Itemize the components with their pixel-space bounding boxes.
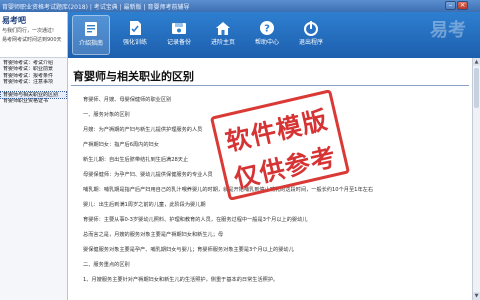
toolbar-home-button[interactable]: 进阶主页 — [204, 15, 242, 55]
close-button[interactable]: × — [457, 1, 468, 10]
article-line: 育婴师：主要从事0-3岁婴幼儿照料、护理和教育的人员，在服务过程中一般是3个月以… — [83, 217, 308, 223]
logo-slogan-1: 与我们同行，一次通过! — [2, 28, 55, 34]
article-line: 月嫂：为产褥期的产妇与新生儿提供护理服务的人员 — [83, 127, 203, 133]
toolbar-exit-button[interactable]: 退出程序 — [292, 15, 330, 55]
toolbar-backup-label: 记录备份 — [166, 39, 191, 46]
toolbar-help-label: 帮助中心 — [254, 39, 279, 46]
toolbar: 介绍指南 强化训练 记录备份 进阶主页 ? 帮助中心 退出程序 易考 — [68, 12, 480, 58]
toolbar-training-label: 强化训练 — [122, 39, 147, 46]
toolbar-exit-label: 退出程序 — [298, 39, 323, 46]
minimize-button[interactable]: – — [445, 1, 456, 10]
article-line: 总而言之是，月嫂的服务对象主要是产褥期妇女和新生儿；母 — [83, 232, 224, 238]
article-line: 母婴保健师：为孕产妇、婴幼儿提供保健服务的专业人员 — [83, 172, 213, 178]
tree-item[interactable]: 育婴师职业资格证书 — [1, 98, 66, 104]
svg-text:?: ? — [264, 24, 270, 35]
logo-name: 易考吧 — [2, 16, 26, 25]
topic-tree: 育婴师考试：考试介绍 育婴师考试：职业前景 育婴师考试：报考条件 育婴师考试：注… — [0, 58, 67, 106]
title-bar: 育婴师职业资格考试题库(2018) | 考试宝典 | 最新版 | 育婴师考前辅导… — [0, 0, 480, 12]
toolbar-training-button[interactable]: 强化训练 — [116, 15, 154, 55]
title-divider — [71, 85, 469, 86]
toolbar-backup-button[interactable]: 记录备份 — [160, 15, 198, 55]
toolbar-guide-label: 介绍指南 — [78, 40, 103, 47]
scroll-thumb[interactable] — [474, 68, 479, 108]
article-line: 婴保健服务对象主要是孕产、哺乳期妇女与婴儿；育婴师服务对象主要是3个月以上的婴幼… — [83, 247, 294, 253]
toolbar-help-button[interactable]: ? 帮助中心 — [248, 15, 286, 55]
scroll-up-button[interactable]: ▲ — [473, 58, 480, 66]
article-line: 二、服务重点的区别 — [83, 262, 130, 268]
logo-panel: 易考吧 与我们同行，一次通过! 易考网考试时间达到900天 — [0, 12, 67, 58]
article-line: 产褥期妇女：指产后6周内的妇女 — [83, 142, 159, 148]
article-title: 育婴师与相关职业的区别 — [73, 70, 194, 83]
backup-icon — [172, 23, 186, 34]
article-line: 一、服务对象的区别 — [83, 112, 130, 118]
exit-icon — [304, 21, 318, 36]
window-title: 育婴师职业资格考试题库(2018) | 考试宝典 | 最新版 | 育婴师考前辅导 — [2, 4, 190, 11]
toolbar-home-label: 进阶主页 — [210, 39, 235, 46]
article-line: 育婴师、月嫂、母婴保健师的职业区别 — [83, 97, 172, 103]
guide-icon — [85, 22, 97, 36]
article-line: 1、月嫂服务主要针对产褥期妇女和新生儿的生活照护，侧重于基本的日常生活照护。 — [83, 277, 279, 283]
training-icon — [130, 21, 141, 35]
sidebar: 易考吧 与我们同行，一次通过! 易考网考试时间达到900天 育婴师考试：考试介绍… — [0, 12, 68, 300]
logo-slogan-2: 易考网考试时间达到900天 — [2, 37, 62, 43]
vertical-scrollbar[interactable]: ▲ ▼ — [472, 58, 480, 300]
toolbar-guide-button[interactable]: 介绍指南 — [72, 15, 110, 55]
article-line: 婴儿：出生后到满1周岁之前的儿童，此阶段为婴儿期 — [83, 202, 206, 208]
brand-watermark: 易考 — [430, 20, 466, 41]
scroll-down-button[interactable]: ▼ — [473, 292, 480, 300]
article-line: 新生儿期：自出生后脐带结扎到生后满28天止 — [83, 157, 189, 163]
home-icon — [216, 22, 230, 35]
help-icon: ? — [260, 21, 274, 35]
